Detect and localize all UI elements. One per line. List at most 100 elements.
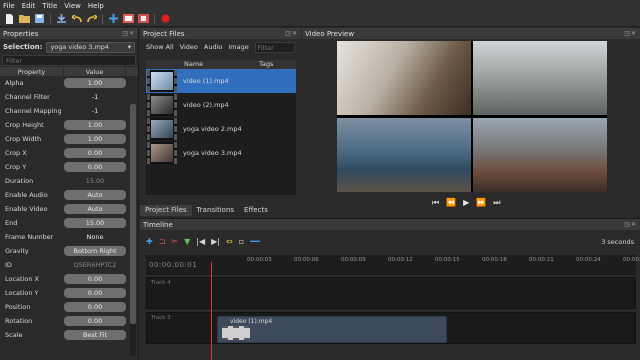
property-row[interactable]: Rotation 0.00 — [0, 314, 138, 328]
property-value[interactable]: 0.00 — [64, 148, 126, 158]
track-4[interactable]: Track 4 — [146, 277, 636, 309]
property-value[interactable]: 0.00 — [64, 316, 126, 326]
menu-view[interactable]: View — [64, 2, 81, 10]
property-value[interactable]: Auto — [64, 190, 126, 200]
tags-column-header[interactable]: Tags — [259, 60, 296, 69]
file-row[interactable]: video (1).mp4 — [146, 69, 296, 93]
undo-icon[interactable] — [71, 13, 82, 24]
property-row[interactable]: Enable Audio Auto — [0, 188, 138, 202]
property-row[interactable]: Location X 0.00 — [0, 272, 138, 286]
menu-title[interactable]: Title — [42, 2, 57, 10]
property-column-header[interactable]: Property — [0, 67, 64, 76]
skip-start-icon[interactable]: ⏮ — [432, 198, 439, 208]
video-frame[interactable] — [337, 41, 607, 192]
rewind-icon[interactable]: ⏪ — [446, 198, 456, 208]
file-row[interactable]: yoga video 3.mp4 — [146, 141, 296, 165]
property-value[interactable]: 0.00 — [64, 274, 126, 284]
thumb-column-header — [146, 60, 183, 69]
redo-icon[interactable] — [86, 13, 97, 24]
property-row[interactable]: Alpha 1.00 — [0, 76, 138, 90]
property-row[interactable]: End 15.00 — [0, 216, 138, 230]
play-icon[interactable]: ▶ — [463, 198, 469, 208]
track-3[interactable]: Track 3 video (1).mp4 — [146, 312, 636, 344]
property-row[interactable]: Frame Number None — [0, 230, 138, 244]
properties-filter-input[interactable]: Filter — [2, 55, 136, 66]
property-value[interactable]: None — [64, 232, 126, 242]
selection-dropdown[interactable]: yoga video 3.mp4 ▾ — [46, 41, 135, 53]
name-column-header[interactable]: Name — [183, 60, 259, 69]
property-row[interactable]: Gravity Bottom Right — [0, 244, 138, 258]
tab-transitions[interactable]: Transitions — [192, 205, 240, 216]
property-row[interactable]: Channel Mapping -1 — [0, 104, 138, 118]
property-row[interactable]: Position 0.00 — [0, 300, 138, 314]
menu-edit[interactable]: Edit — [22, 2, 36, 10]
file-row[interactable]: video (2).mp4 — [146, 93, 296, 117]
razor-icon[interactable]: ✂ — [171, 237, 178, 246]
property-row[interactable]: Crop Height 1.00 — [0, 118, 138, 132]
add-track-icon[interactable]: ✚ — [146, 237, 153, 246]
open-folder-icon[interactable] — [19, 13, 30, 24]
filter-audio[interactable]: Audio — [204, 43, 222, 51]
new-file-icon[interactable] — [4, 13, 15, 24]
skip-end-icon[interactable]: ⏭ — [493, 198, 500, 208]
value-column-header[interactable]: Value — [64, 67, 126, 76]
property-value[interactable]: QSER6HPTC2 — [64, 260, 126, 270]
panel-controls-icon[interactable]: ◳✕ — [122, 30, 135, 37]
timeline-clip[interactable]: video (1).mp4 — [217, 316, 447, 343]
property-value[interactable]: 1.00 — [64, 134, 126, 144]
property-value[interactable]: 15.00 — [64, 176, 126, 186]
panel-controls-icon[interactable]: ◳✕ — [624, 221, 637, 228]
properties-scrollbar[interactable] — [130, 104, 136, 356]
property-value[interactable]: 0.00 — [64, 302, 126, 312]
property-row[interactable]: ID QSER6HPTC2 — [0, 258, 138, 272]
property-row[interactable]: Crop X 0.00 — [0, 146, 138, 160]
property-value[interactable]: 0.00 — [64, 162, 126, 172]
property-value[interactable]: 1.00 — [64, 120, 126, 130]
add-track-icon[interactable] — [108, 13, 119, 24]
save-icon[interactable] — [34, 13, 45, 24]
property-row[interactable]: Crop Width 1.00 — [0, 132, 138, 146]
property-row[interactable]: Crop Y 0.00 — [0, 160, 138, 174]
filter-video[interactable]: Video — [180, 43, 198, 51]
property-value[interactable]: Bottom Right — [64, 246, 126, 256]
property-value[interactable]: 0.00 — [64, 288, 126, 298]
filter-show-all[interactable]: Show All — [146, 43, 174, 51]
export-icon[interactable] — [138, 13, 149, 24]
property-value[interactable]: Auto — [64, 204, 126, 214]
snap-icon[interactable]: ⊐ — [159, 237, 166, 246]
property-value[interactable]: 15.00 — [64, 218, 126, 228]
ruler-tick-label: 00:00:15 — [435, 257, 460, 263]
files-filter-input[interactable]: Filter — [254, 41, 295, 53]
property-row[interactable]: Scale Best Fit — [0, 328, 138, 342]
scrollbar-thumb[interactable] — [130, 104, 136, 324]
zoom-level-label: 3 seconds — [601, 238, 634, 246]
previous-marker-icon[interactable]: |◀ — [196, 237, 205, 246]
property-row[interactable]: Enable Video Auto — [0, 202, 138, 216]
property-value[interactable]: Best Fit — [64, 330, 126, 340]
panel-controls-icon[interactable]: ◳✕ — [624, 30, 637, 37]
property-row[interactable]: Duration 15.00 — [0, 174, 138, 188]
tab-effects[interactable]: Effects — [239, 205, 273, 216]
menu-help[interactable]: Help — [88, 2, 104, 10]
property-value[interactable]: -1 — [64, 92, 126, 102]
filter-image[interactable]: Image — [228, 43, 248, 51]
menu-file[interactable]: File — [3, 2, 15, 10]
import-icon[interactable] — [56, 13, 67, 24]
zoom-slider[interactable]: ━━ — [250, 237, 260, 246]
center-playhead-icon[interactable]: ⇔ — [226, 237, 233, 246]
property-row[interactable]: Channel Filter -1 — [0, 90, 138, 104]
playhead[interactable] — [211, 262, 212, 360]
panel-controls-icon[interactable]: ◳✕ — [285, 30, 298, 37]
fast-forward-icon[interactable]: ⏩ — [476, 198, 486, 208]
property-row[interactable]: Location Y 0.00 — [0, 286, 138, 300]
fullscreen-icon[interactable] — [123, 13, 134, 24]
next-marker-icon[interactable]: ▶| — [211, 237, 220, 246]
property-value[interactable]: -1 — [64, 106, 126, 116]
record-icon[interactable] — [160, 13, 171, 24]
property-value[interactable]: 1.00 — [64, 78, 126, 88]
file-row[interactable]: yoga video 2.mp4 — [146, 117, 296, 141]
tab-project-files[interactable]: Project Files — [140, 205, 192, 216]
zoom-out-icon[interactable]: ▫ — [239, 237, 244, 246]
timeline-ruler[interactable]: 00:00:00:01 00:00:03 00:00:06 00:00:09 00:0… — [146, 255, 640, 275]
add-marker-icon[interactable]: ▼ — [184, 237, 190, 246]
